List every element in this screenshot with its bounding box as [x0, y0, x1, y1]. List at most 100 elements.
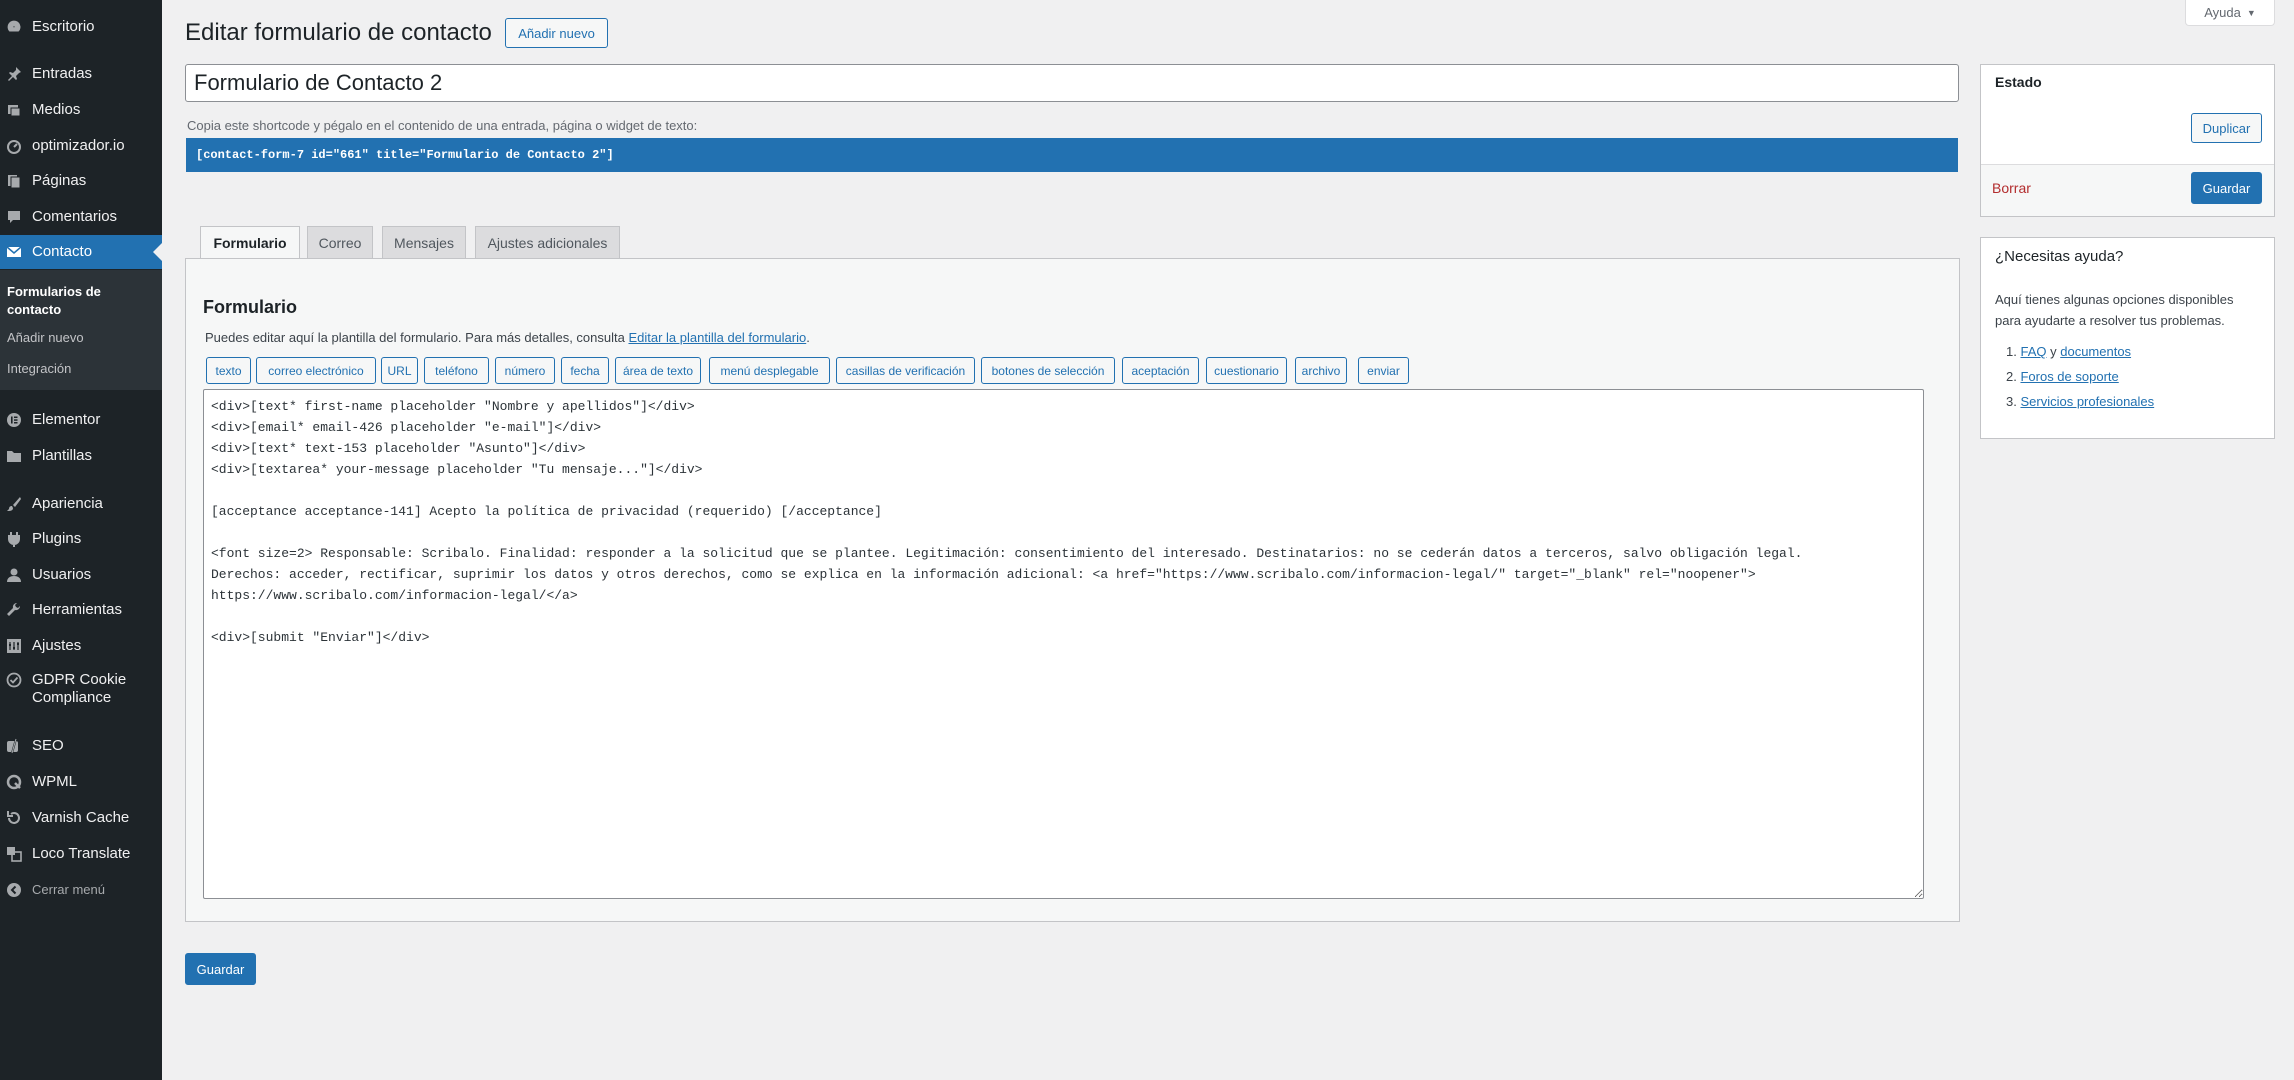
menu-label: Varnish Cache	[32, 809, 130, 826]
menu-label: Ajustes	[32, 637, 82, 654]
admin-sidebar: Escritorio Entradas Medios optimizador.i…	[0, 0, 162, 1080]
menu-item-herramientas[interactable]: Herramientas	[0, 593, 162, 627]
tag-button-numero[interactable]: número	[495, 357, 555, 384]
status-title: Estado	[1995, 74, 2042, 90]
menu-item-escritorio[interactable]: Escritorio	[0, 10, 162, 44]
tag-button-menu-desplegable[interactable]: menú desplegable	[709, 357, 830, 384]
user-icon	[5, 566, 23, 584]
menu-label: GDPR Cookie Compliance	[32, 671, 127, 706]
menu-item-loco[interactable]: Loco Translate	[0, 837, 162, 871]
pages-icon	[5, 172, 23, 190]
submenu-integracion[interactable]: Integración	[7, 360, 71, 378]
help-and-text: y	[2050, 344, 2057, 359]
tag-button-texto[interactable]: texto	[206, 357, 251, 384]
tag-button-area-texto[interactable]: área de texto	[615, 357, 701, 384]
elementor-icon	[5, 411, 23, 429]
help-tab-button[interactable]: Ayuda ▼	[2185, 0, 2275, 26]
duplicate-button[interactable]: Duplicar	[2191, 113, 2262, 143]
collapse-menu-button[interactable]: Cerrar menú	[0, 873, 162, 907]
tag-button-fecha[interactable]: fecha	[561, 357, 609, 384]
menu-item-varnish[interactable]: Varnish Cache	[0, 801, 162, 835]
help-tab-label: Ayuda	[2204, 5, 2241, 20]
menu-item-contacto[interactable]: Contacto	[0, 235, 162, 269]
contacto-submenu: Formularios de contacto Añadir nuevo Int…	[0, 270, 162, 390]
check-badge-icon	[5, 671, 23, 689]
menu-label: Contacto	[32, 243, 93, 260]
add-new-button[interactable]: Añadir nuevo	[505, 18, 608, 48]
menu-label: Elementor	[32, 411, 101, 428]
tab-correo[interactable]: Correo	[307, 226, 373, 258]
submenu-formularios[interactable]: Formularios de contacto	[7, 283, 127, 319]
menu-item-optimizador[interactable]: optimizador.io	[0, 129, 162, 163]
shortcode-label: Copia este shortcode y pégalo en el cont…	[187, 118, 698, 133]
menu-label: Medios	[32, 101, 81, 118]
page-title: Editar formulario de contacto	[185, 19, 492, 46]
tag-button-archivo[interactable]: archivo	[1295, 357, 1347, 384]
forums-link[interactable]: Foros de soporte	[2020, 369, 2118, 384]
menu-label: WPML	[32, 773, 77, 790]
menu-item-plugins[interactable]: Plugins	[0, 522, 162, 556]
panel-desc-text: Puedes editar aquí la plantilla del form…	[205, 330, 629, 345]
media-icon	[5, 101, 23, 119]
cache-icon	[5, 809, 23, 827]
docs-link[interactable]: documentos	[2060, 344, 2131, 359]
caret-down-icon: ▼	[2246, 7, 2256, 18]
menu-item-comentarios[interactable]: Comentarios	[0, 200, 162, 234]
shortcode-field[interactable]: [contact-form-7 id="661" title="Formular…	[186, 138, 1958, 172]
folder-icon	[5, 447, 23, 465]
menu-label: optimizador.io	[32, 137, 125, 154]
tab-formulario[interactable]: Formulario	[200, 226, 300, 259]
wrench-icon	[5, 601, 23, 619]
delete-link[interactable]: Borrar	[1992, 180, 2031, 196]
menu-item-plantillas[interactable]: Plantillas	[0, 439, 162, 473]
panel-description: Puedes editar aquí la plantilla del form…	[205, 330, 810, 345]
tab-mensajes[interactable]: Mensajes	[382, 226, 466, 258]
menu-label: Apariencia	[32, 495, 103, 512]
menu-item-medios[interactable]: Medios	[0, 93, 162, 127]
tag-button-aceptacion[interactable]: aceptación	[1122, 357, 1199, 384]
gauge-icon	[5, 137, 23, 155]
status-save-button[interactable]: Guardar	[2191, 172, 2262, 204]
help-list-item: 3. Servicios profesionales	[2006, 394, 2155, 409]
mail-icon	[5, 243, 23, 261]
faq-link[interactable]: FAQ	[2020, 344, 2046, 359]
tag-button-email[interactable]: correo electrónico	[256, 357, 376, 384]
edit-template-link[interactable]: Editar la plantilla del formulario	[628, 330, 806, 345]
panel-desc-suffix: .	[806, 330, 810, 345]
panel-title: Formulario	[203, 297, 298, 317]
submenu-anadir-nuevo[interactable]: Añadir nuevo	[7, 329, 84, 347]
comment-icon	[5, 208, 23, 226]
tag-button-cuestionario[interactable]: cuestionario	[1206, 357, 1287, 384]
menu-label: Usuarios	[32, 566, 92, 583]
help-list-item: 2. Foros de soporte	[2006, 369, 2119, 384]
form-template-editor[interactable]: <div>[text* first-name placeholder "Nomb…	[203, 389, 1924, 899]
menu-label: Loco Translate	[32, 845, 131, 862]
menu-item-elementor[interactable]: Elementor	[0, 403, 162, 437]
menu-label: Herramientas	[32, 601, 123, 618]
tab-ajustes-adicionales[interactable]: Ajustes adicionales	[475, 226, 620, 258]
form-title-input[interactable]	[185, 64, 1959, 102]
menu-label: Páginas	[32, 172, 87, 189]
menu-item-apariencia[interactable]: Apariencia	[0, 487, 162, 521]
menu-label: Comentarios	[32, 208, 118, 225]
menu-label: Plugins	[32, 530, 82, 547]
menu-item-ajustes[interactable]: Ajustes	[0, 629, 162, 663]
save-button[interactable]: Guardar	[185, 953, 256, 985]
tag-button-url[interactable]: URL	[381, 357, 418, 384]
menu-label: Escritorio	[32, 18, 95, 35]
menu-item-usuarios[interactable]: Usuarios	[0, 558, 162, 592]
tag-button-botones-seleccion[interactable]: botones de selección	[981, 357, 1115, 384]
settings-icon	[5, 637, 23, 655]
services-link[interactable]: Servicios profesionales	[2020, 394, 2154, 409]
help-list-item: 1. FAQ y documentos	[2006, 344, 2132, 359]
menu-item-seo[interactable]: SEO	[0, 729, 162, 763]
menu-item-paginas[interactable]: Páginas	[0, 164, 162, 198]
tag-button-telefono[interactable]: teléfono	[424, 357, 489, 384]
menu-item-wpml[interactable]: WPML	[0, 765, 162, 799]
menu-item-gdpr[interactable]: GDPR Cookie Compliance	[0, 664, 162, 708]
menu-label: Entradas	[32, 65, 93, 82]
tag-button-casillas[interactable]: casillas de verificación	[836, 357, 975, 384]
translate-icon	[5, 845, 23, 863]
menu-item-entradas[interactable]: Entradas	[0, 57, 162, 91]
tag-button-enviar[interactable]: enviar	[1358, 357, 1409, 384]
